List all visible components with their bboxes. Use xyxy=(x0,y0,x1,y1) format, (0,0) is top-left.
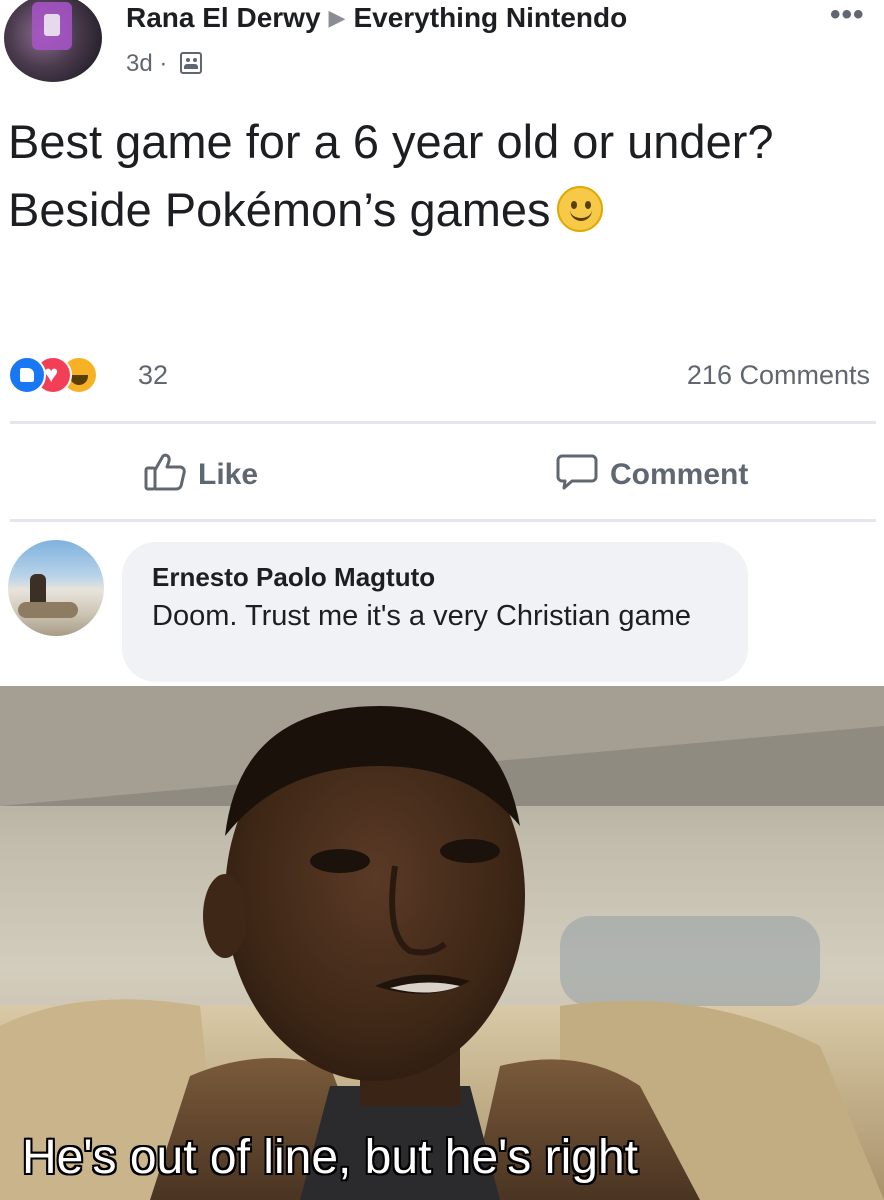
post-time[interactable]: 3d xyxy=(126,50,153,77)
thumbs-up-icon xyxy=(144,453,186,491)
meta-separator: · xyxy=(159,50,168,77)
group-name[interactable]: Everything Nintendo xyxy=(353,2,627,33)
divider xyxy=(10,519,876,522)
meme-image: He's out of line, but he's right xyxy=(0,686,884,1200)
reaction-photo xyxy=(0,686,884,1200)
comment-text: Doom. Trust me it's a very Christian gam… xyxy=(152,600,691,632)
arrow-right-icon: ▶ xyxy=(328,5,346,30)
author-name[interactable]: Rana El Derwy xyxy=(126,2,321,33)
group-audience-icon xyxy=(180,52,203,74)
post-meta: 3d · xyxy=(126,50,203,78)
like-reaction-icon xyxy=(8,356,46,394)
post-header: Rana El Derwy ▶ Everything Nintendo xyxy=(126,2,627,34)
comments-count-link[interactable]: 216 Comments xyxy=(687,360,870,391)
post-body: Best game for a 6 year old or under? Bes… xyxy=(8,108,868,244)
like-button[interactable]: Like xyxy=(144,452,258,492)
divider xyxy=(10,421,876,424)
like-label: Like xyxy=(198,458,259,491)
smiley-emoji-icon xyxy=(556,186,603,232)
comment-label: Comment xyxy=(610,458,749,491)
reaction-count[interactable]: 32 xyxy=(138,360,168,391)
commenter-avatar[interactable] xyxy=(8,540,104,636)
commenter-name[interactable]: Ernesto Paolo Magtuto xyxy=(152,562,435,593)
meme-caption: He's out of line, but he's right xyxy=(22,1131,639,1184)
facebook-post: Rana El Derwy ▶ Everything Nintendo 3d · •… xyxy=(0,0,884,686)
comment-bubble-icon xyxy=(556,454,598,490)
more-options-button[interactable]: ••• xyxy=(830,0,865,32)
comment-bubble: Ernesto Paolo Magtuto Doom. Trust me it'… xyxy=(122,542,748,682)
comment-button[interactable]: Comment xyxy=(556,452,748,492)
post-text-line-1: Best game for a 6 year old or under? xyxy=(8,115,774,168)
post-text-line-2: Beside Pokémon’s games xyxy=(8,183,551,236)
author-avatar[interactable] xyxy=(4,0,102,82)
